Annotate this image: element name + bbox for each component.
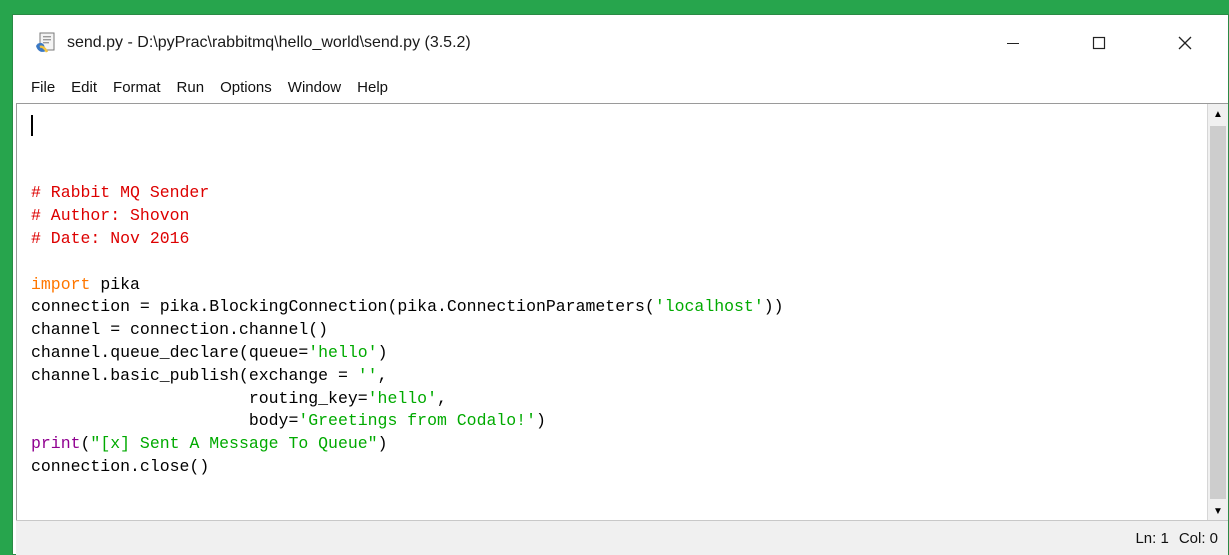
code-token-string: "[x] Sent A Message To Queue" xyxy=(90,434,378,454)
code-token-string: '' xyxy=(357,365,378,385)
menu-bar: File Edit Format Run Options Window Help xyxy=(13,71,1228,103)
scroll-down-arrow-icon[interactable]: ▼ xyxy=(1208,501,1228,521)
scroll-up-arrow-icon[interactable]: ▲ xyxy=(1208,104,1228,124)
code-token-plain: )) xyxy=(763,297,784,317)
menu-run[interactable]: Run xyxy=(169,79,213,96)
menu-format[interactable]: Format xyxy=(105,79,169,96)
code-token-plain: ) xyxy=(535,411,546,431)
code-token-comment: # Rabbit MQ Sender xyxy=(31,183,210,203)
code-token-comment: # Date: Nov 2016 xyxy=(31,228,190,248)
code-line[interactable]: channel = connection.channel() xyxy=(31,319,1202,342)
code-token-plain: , xyxy=(377,365,388,385)
python-file-icon xyxy=(35,32,57,54)
code-line[interactable] xyxy=(31,251,1202,274)
code-line[interactable]: channel.basic_publish(exchange = '', xyxy=(31,365,1202,388)
code-token-builtin: print xyxy=(31,434,81,454)
idle-editor-window: send.py - D:\pyPrac\rabbitmq\hello_world… xyxy=(12,14,1229,555)
column-number-indicator: Col: 0 xyxy=(1178,529,1218,547)
code-token-string: 'hello' xyxy=(308,342,378,362)
maximize-button[interactable] xyxy=(1056,15,1142,71)
scroll-thumb[interactable] xyxy=(1210,126,1226,499)
code-token-plain: body= xyxy=(31,411,299,431)
code-token-plain: connection.close() xyxy=(31,456,210,476)
code-token-string: 'Greetings from Codalo!' xyxy=(298,411,536,431)
code-token-keyword: import xyxy=(31,274,91,294)
code-line[interactable]: connection.close() xyxy=(31,456,1202,479)
code-line[interactable]: # Date: Nov 2016 xyxy=(31,228,1202,251)
code-token-plain: routing_key= xyxy=(31,388,368,408)
title-bar[interactable]: send.py - D:\pyPrac\rabbitmq\hello_world… xyxy=(13,15,1228,71)
close-button[interactable] xyxy=(1142,15,1228,71)
code-token-plain: ) xyxy=(377,434,388,454)
code-line[interactable]: # Rabbit MQ Sender xyxy=(31,182,1202,205)
code-text-area[interactable]: # Rabbit MQ Sender # Author: Shovon # Date… xyxy=(31,114,1202,521)
code-line[interactable]: channel.queue_declare(queue='hello') xyxy=(31,342,1202,365)
code-line[interactable]: print("[x] Sent A Message To Queue") xyxy=(31,433,1202,456)
line-number-indicator: Ln: 1 xyxy=(1135,529,1169,547)
minimize-icon xyxy=(1007,43,1019,44)
code-editor[interactable]: # Rabbit MQ Sender # Author: Shovon # Date… xyxy=(16,103,1228,521)
code-line[interactable]: import pika xyxy=(31,274,1202,297)
menu-file[interactable]: File xyxy=(23,79,63,96)
window-controls xyxy=(970,15,1228,71)
window-title: send.py - D:\pyPrac\rabbitmq\hello_world… xyxy=(67,34,471,51)
menu-window[interactable]: Window xyxy=(280,79,349,96)
code-token-plain: ( xyxy=(80,434,91,454)
code-line[interactable]: # Author: Shovon xyxy=(31,205,1202,228)
text-cursor xyxy=(31,115,33,136)
code-line[interactable]: routing_key='hello', xyxy=(31,388,1202,411)
code-token-plain: connection = pika.BlockingConnection(pik… xyxy=(31,297,655,317)
code-token-plain: pika xyxy=(90,274,140,294)
menu-edit[interactable]: Edit xyxy=(63,79,105,96)
close-icon xyxy=(1178,36,1192,50)
maximize-icon xyxy=(1092,36,1106,50)
code-line[interactable]: body='Greetings from Codalo!') xyxy=(31,410,1202,433)
vertical-scrollbar[interactable]: ▲ ▼ xyxy=(1207,104,1228,521)
menu-options[interactable]: Options xyxy=(212,79,280,96)
code-token-plain: channel.basic_publish(exchange = xyxy=(31,365,358,385)
code-token-plain: , xyxy=(436,388,447,408)
code-token-plain: channel = connection.channel() xyxy=(31,320,329,340)
code-token-string: 'localhost' xyxy=(654,297,764,317)
minimize-button[interactable] xyxy=(970,15,1056,71)
code-token-comment: # Author: Shovon xyxy=(31,206,190,226)
code-token-plain: ) xyxy=(377,342,388,362)
code-token-plain: channel.queue_declare(queue= xyxy=(31,342,309,362)
status-bar: Ln: 1 Col: 0 xyxy=(16,520,1228,555)
menu-help[interactable]: Help xyxy=(349,79,396,96)
code-line[interactable]: connection = pika.BlockingConnection(pik… xyxy=(31,296,1202,319)
code-token-string: 'hello' xyxy=(367,388,437,408)
